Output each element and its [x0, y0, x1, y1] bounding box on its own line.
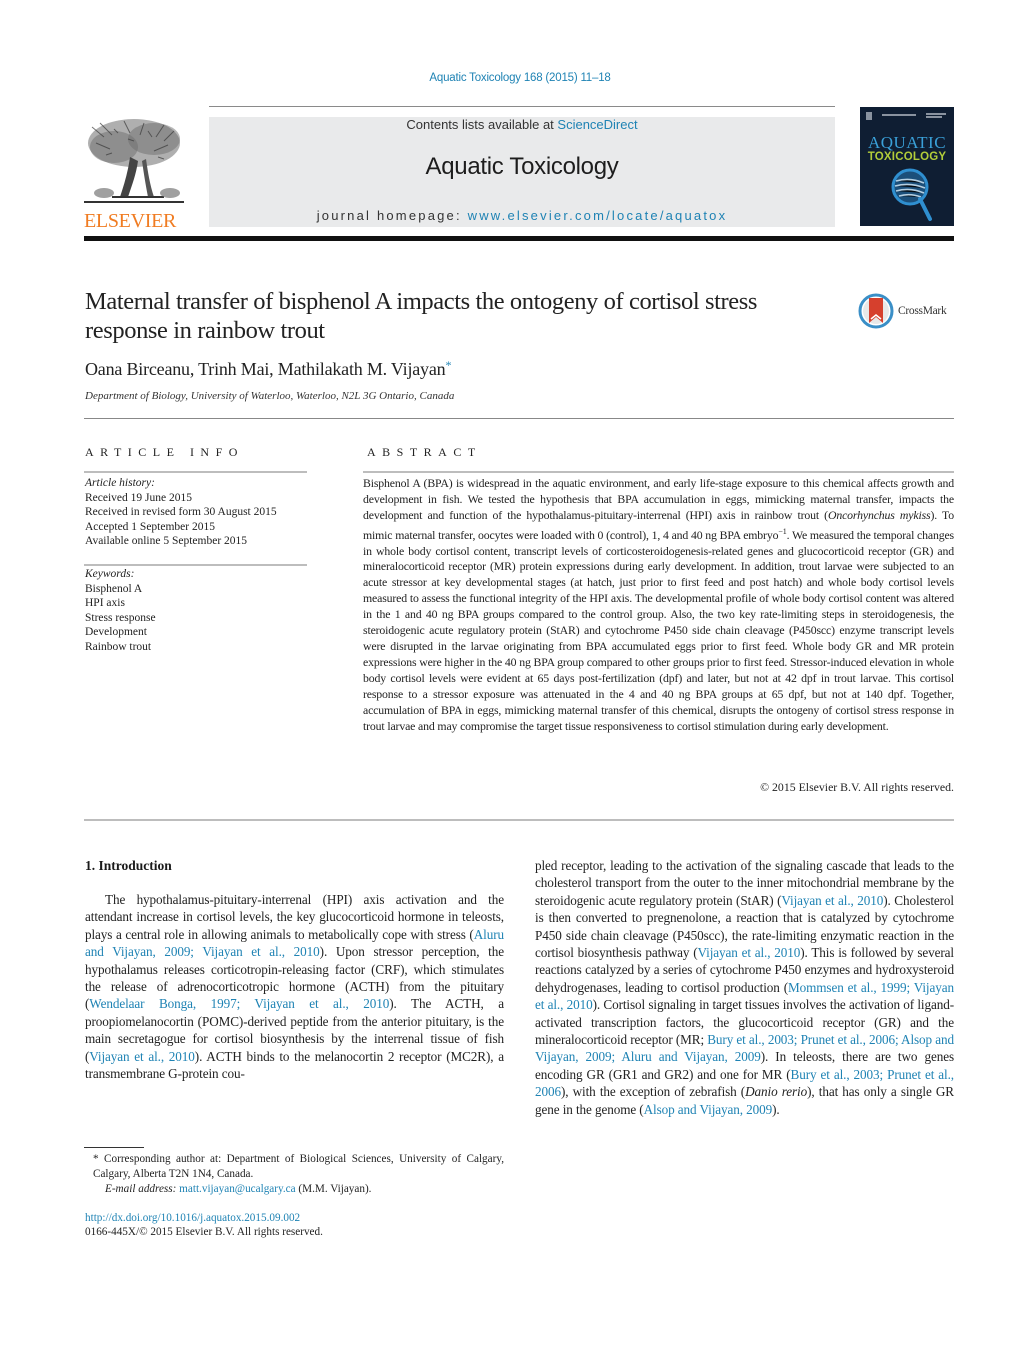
unit-superscript: −1 — [778, 526, 787, 536]
crossmark-button[interactable]: CrossMark — [858, 292, 958, 330]
article-info-divider — [84, 471, 307, 473]
cover-title-line1: AQUATIC — [867, 133, 947, 152]
email-link[interactable]: matt.vijayan@ucalgary.ca — [179, 1183, 295, 1195]
article-title: Maternal transfer of bisphenol A impacts… — [85, 288, 758, 344]
elsevier-wordmark: ELSEVIER — [84, 210, 177, 232]
abstract-divider — [363, 471, 954, 473]
journal-homepage-line: journal homepage: www.elsevier.com/locat… — [209, 208, 835, 223]
footnote-text: Corresponding author at: Department of B… — [93, 1153, 505, 1180]
contents-line: Contents lists available at ScienceDirec… — [209, 117, 835, 132]
elsevier-logo[interactable]: ELSEVIER — [84, 117, 186, 232]
journal-title: Aquatic Toxicology — [425, 153, 619, 180]
footnote-divider — [84, 1147, 144, 1148]
corresponding-author-marker[interactable]: * — [445, 358, 451, 372]
citation-link[interactable]: Vijayan et al., 2010 — [89, 1049, 195, 1064]
cover-header-icon — [866, 112, 946, 120]
article-history: Article history: Received 19 June 2015 R… — [85, 476, 277, 549]
species-name: Danio rerio — [745, 1084, 808, 1100]
masthead-divider — [84, 236, 954, 241]
introduction-right-column: pled receptor, leading to the activation… — [535, 857, 954, 1118]
affiliation: Department of Biology, University of Wat… — [85, 390, 455, 402]
journal-cover-image[interactable]: AQUATIC TOXICOLOGY — [860, 107, 954, 226]
journal-citation[interactable]: Aquatic Toxicology 168 (2015) 11–18 — [0, 72, 1020, 84]
magnifier-icon — [891, 168, 932, 221]
keywords-heading: Keywords: — [85, 568, 135, 580]
citation-link[interactable]: Vijayan et al., 2010 — [781, 893, 883, 908]
email-suffix: (M.M. Vijayan). — [295, 1183, 372, 1195]
article-info-heading: ARTICLE INFO — [85, 445, 244, 459]
keyword-item: HPI axis — [85, 597, 125, 609]
elsevier-tree-icon — [84, 117, 184, 203]
author-list: Oana Birceanu, Trinh Mai, Mathilakath M.… — [85, 358, 451, 380]
keywords: Keywords: Bisphenol A HPI axis Stress re… — [85, 567, 156, 654]
homepage-prefix: journal homepage: — [316, 208, 468, 223]
doi-link[interactable]: http://dx.doi.org/10.1016/j.aquatox.2015… — [85, 1212, 300, 1224]
authors-text: Oana Birceanu, Trinh Mai, Mathilakath M.… — [85, 359, 446, 379]
corresponding-author-footnote: * Corresponding author at: Department of… — [85, 1152, 504, 1197]
keyword-item: Rainbow trout — [85, 640, 152, 653]
contents-prefix: Contents lists available at — [406, 117, 558, 132]
title-divider — [84, 418, 954, 419]
citation-link[interactable]: Alsop and Vijayan, 2009 — [644, 1102, 773, 1117]
email-label: E-mail address: — [105, 1183, 180, 1195]
abstract-heading: ABSTRACT — [367, 445, 482, 459]
introduction-left-column: The hypothalamus-pituitary-interrenal (H… — [85, 891, 504, 1082]
history-online: Available online 5 September 2015 — [85, 535, 248, 547]
journal-masthead: Contents lists available at ScienceDirec… — [209, 117, 835, 227]
journal-homepage-link[interactable]: www.elsevier.com/locate/aquatox — [468, 208, 728, 223]
body-text: ). — [772, 1101, 780, 1117]
history-received: Received 19 June 2015 — [85, 491, 192, 504]
species-name: Oncorhynchus mykiss — [827, 507, 931, 522]
body-text: ), with the exception of zebrafish ( — [560, 1084, 746, 1100]
abstract-part: . We measured the temporal changes in wh… — [363, 527, 954, 733]
introduction-heading: 1. Introduction — [85, 858, 172, 873]
footnote-marker: * — [93, 1153, 99, 1165]
citation-link[interactable]: Wendelaar Bonga, 1997; Vijayan et al., 2… — [89, 996, 389, 1011]
keyword-item: Bisphenol A — [85, 582, 143, 595]
keywords-divider — [84, 564, 307, 566]
cover-title-line2: TOXICOLOGY — [867, 151, 947, 163]
article-history-heading: Article history: — [85, 477, 155, 489]
citation-link[interactable]: Vijayan et al., 2010 — [698, 945, 801, 960]
keyword-item: Development — [85, 626, 147, 638]
body-text: The hypothalamus-pituitary-interrenal (H… — [85, 892, 504, 942]
history-accepted: Accepted 1 September 2015 — [85, 520, 215, 533]
sciencedirect-link[interactable]: ScienceDirect — [557, 117, 637, 132]
crossmark-icon — [858, 293, 894, 329]
body-divider — [84, 819, 954, 821]
crossmark-label: CrossMark — [898, 305, 947, 317]
abstract-body: Bisphenol A (BPA) is widespread in the a… — [363, 476, 954, 734]
issn-copyright: 0166-445X/© 2015 Elsevier B.V. All right… — [85, 1226, 323, 1238]
history-revised: Received in revised form 30 August 2015 — [85, 506, 277, 518]
abstract-copyright: © 2015 Elsevier B.V. All rights reserved… — [760, 780, 954, 794]
header-divider — [209, 106, 835, 107]
keyword-item: Stress response — [85, 611, 156, 624]
